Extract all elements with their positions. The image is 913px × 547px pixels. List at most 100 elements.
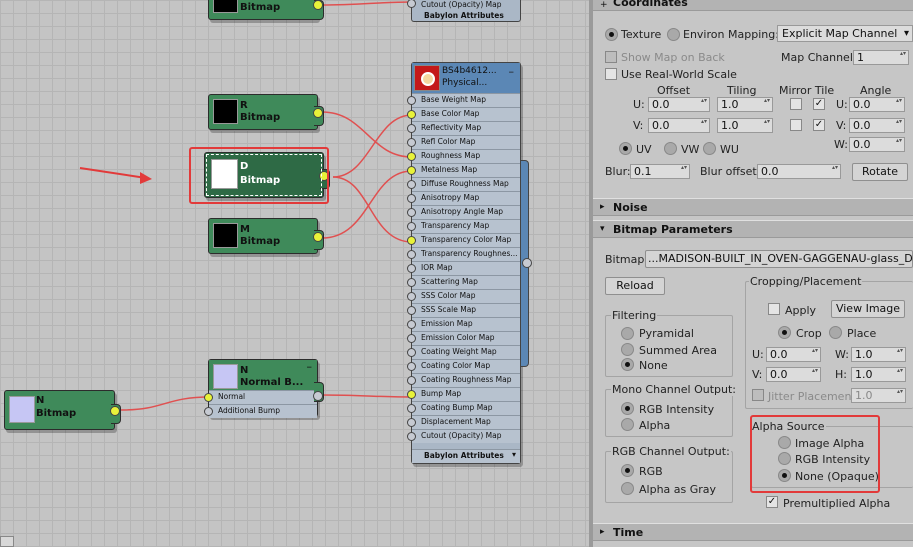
show-map-checkbox[interactable]: [605, 51, 617, 63]
slot-socket[interactable]: [407, 404, 416, 413]
v-angle-spinner[interactable]: 0.0: [849, 118, 905, 133]
collapse-icon[interactable]: –: [307, 360, 313, 373]
slot-socket[interactable]: [407, 208, 416, 217]
material-slot[interactable]: Emission Color Map: [407, 331, 520, 345]
summed-area-radio[interactable]: [621, 343, 634, 356]
rollout-time[interactable]: ▸ Time: [593, 523, 913, 541]
jitter-spinner[interactable]: 1.0: [851, 388, 906, 403]
w-angle-spinner[interactable]: 0.0: [849, 137, 905, 152]
input-additional-bump[interactable]: Additional Bump: [204, 404, 317, 418]
slot-socket[interactable]: [407, 264, 416, 273]
map-channel-spinner[interactable]: 1: [853, 50, 909, 65]
u-offset-spinner[interactable]: 0.0: [648, 97, 710, 112]
rollout-noise[interactable]: ▸ Noise: [593, 198, 913, 216]
v-offset-spinner[interactable]: 0.0: [648, 118, 710, 133]
slot-socket[interactable]: [407, 236, 416, 245]
material-slot[interactable]: Transparency Color Map: [407, 233, 520, 247]
slot-socket[interactable]: [407, 334, 416, 343]
output-socket[interactable]: [313, 108, 323, 118]
place-radio[interactable]: [829, 326, 842, 339]
slot-socket[interactable]: [407, 432, 416, 441]
crop-w-spinner[interactable]: 1.0: [851, 347, 906, 362]
material-slot[interactable]: Refl Color Map: [407, 135, 520, 149]
output-socket[interactable]: [313, 0, 323, 10]
mapping-select[interactable]: Explicit Map Channel: [777, 25, 913, 42]
input-socket[interactable]: [204, 407, 213, 416]
crop-v-spinner[interactable]: 0.0: [766, 367, 821, 382]
slot-socket[interactable]: [407, 362, 416, 371]
slot-socket[interactable]: [407, 124, 416, 133]
rotate-button[interactable]: Rotate: [852, 163, 908, 181]
mono-rgb-intensity-radio[interactable]: [621, 402, 634, 415]
slot-socket[interactable]: [407, 376, 416, 385]
material-slot[interactable]: SSS Scale Map: [407, 303, 520, 317]
slot-socket[interactable]: [407, 138, 416, 147]
reload-button[interactable]: Reload: [605, 277, 665, 295]
material-slot[interactable]: Scattering Map: [407, 275, 520, 289]
slot-socket[interactable]: [407, 96, 416, 105]
material-footer[interactable]: Babylon Attributes ▾: [412, 449, 520, 463]
output-socket[interactable]: [313, 232, 323, 242]
uv-radio[interactable]: [619, 142, 632, 155]
apply-checkbox[interactable]: [768, 303, 780, 315]
slot-socket[interactable]: [407, 390, 416, 399]
material-slot[interactable]: Base Color Map: [407, 107, 520, 121]
collapse-icon[interactable]: –: [509, 65, 515, 78]
material-slot[interactable]: Coating Weight Map: [407, 345, 520, 359]
slot-socket[interactable]: [407, 194, 416, 203]
slot-socket[interactable]: [407, 348, 416, 357]
n-bitmap-node[interactable]: N Bitmap: [4, 390, 121, 430]
u-mirror-checkbox[interactable]: [790, 98, 802, 110]
slot-socket[interactable]: [407, 222, 416, 231]
material-slot[interactable]: Anisotropy Map: [407, 191, 520, 205]
material-slot[interactable]: SSS Color Map: [407, 289, 520, 303]
u-angle-spinner[interactable]: 0.0: [849, 97, 905, 112]
material-slot[interactable]: Roughness Map: [407, 149, 520, 163]
output-socket[interactable]: [313, 391, 323, 401]
u-tile-checkbox[interactable]: ✓: [813, 98, 825, 110]
material-slot[interactable]: Base Weight Map: [407, 93, 520, 107]
mono-alpha-radio[interactable]: [621, 418, 634, 431]
material-slot[interactable]: Coating Color Map: [407, 359, 520, 373]
slot-socket[interactable]: [407, 250, 416, 259]
vw-radio[interactable]: [664, 142, 677, 155]
view-image-button[interactable]: View Image: [831, 300, 905, 318]
material-slot[interactable]: IOR Map: [407, 261, 520, 275]
slot-socket[interactable]: [407, 306, 416, 315]
material-slot[interactable]: Coating Bump Map: [407, 401, 520, 415]
u-tiling-spinner[interactable]: 1.0: [717, 97, 773, 112]
crop-h-spinner[interactable]: 1.0: [851, 367, 906, 382]
v-tile-checkbox[interactable]: ✓: [813, 119, 825, 131]
slot-socket[interactable]: [407, 152, 416, 161]
jitter-checkbox[interactable]: [752, 389, 764, 401]
slot-socket[interactable]: [407, 110, 416, 119]
input-socket[interactable]: [204, 393, 213, 402]
slot-socket[interactable]: [407, 418, 416, 427]
normal-bump-node[interactable]: N Normal B... – Normal Additional Bump: [204, 359, 324, 418]
slot-socket[interactable]: [407, 180, 416, 189]
premultiplied-checkbox[interactable]: ✓: [766, 496, 778, 508]
material-slot[interactable]: Cutout (Opacity) Map: [407, 429, 520, 443]
r-bitmap-node[interactable]: R Bitmap: [208, 94, 324, 130]
input-normal[interactable]: Normal: [204, 390, 317, 404]
rollout-coordinates[interactable]: + Coordinates: [593, 0, 913, 11]
material-slot[interactable]: Metalness Map: [407, 163, 520, 177]
physical-material-node[interactable]: BS4b4612... Physical... – Base Weight Ma…: [407, 62, 521, 464]
material-slot[interactable]: Emission Map: [407, 317, 520, 331]
wu-radio[interactable]: [703, 142, 716, 155]
alpha-as-gray-radio[interactable]: [621, 482, 634, 495]
rollout-bitmap-parameters[interactable]: ▾ Bitmap Parameters: [593, 220, 913, 238]
v-tiling-spinner[interactable]: 1.0: [717, 118, 773, 133]
blur-spinner[interactable]: 0.1: [630, 164, 690, 179]
material-slot[interactable]: Diffuse Roughness Map: [407, 177, 520, 191]
filter-none-radio[interactable]: [621, 358, 634, 371]
slot-socket[interactable]: [407, 166, 416, 175]
v-mirror-checkbox[interactable]: [790, 119, 802, 131]
slot-socket[interactable]: [407, 278, 416, 287]
material-slot[interactable]: Transparency Map: [407, 219, 520, 233]
environ-radio[interactable]: [667, 28, 680, 41]
material-slot[interactable]: Transparency Roughnes...: [407, 247, 520, 261]
crop-radio[interactable]: [778, 326, 791, 339]
output-socket[interactable]: [110, 406, 120, 416]
material-slot[interactable]: Displacement Map: [407, 415, 520, 429]
